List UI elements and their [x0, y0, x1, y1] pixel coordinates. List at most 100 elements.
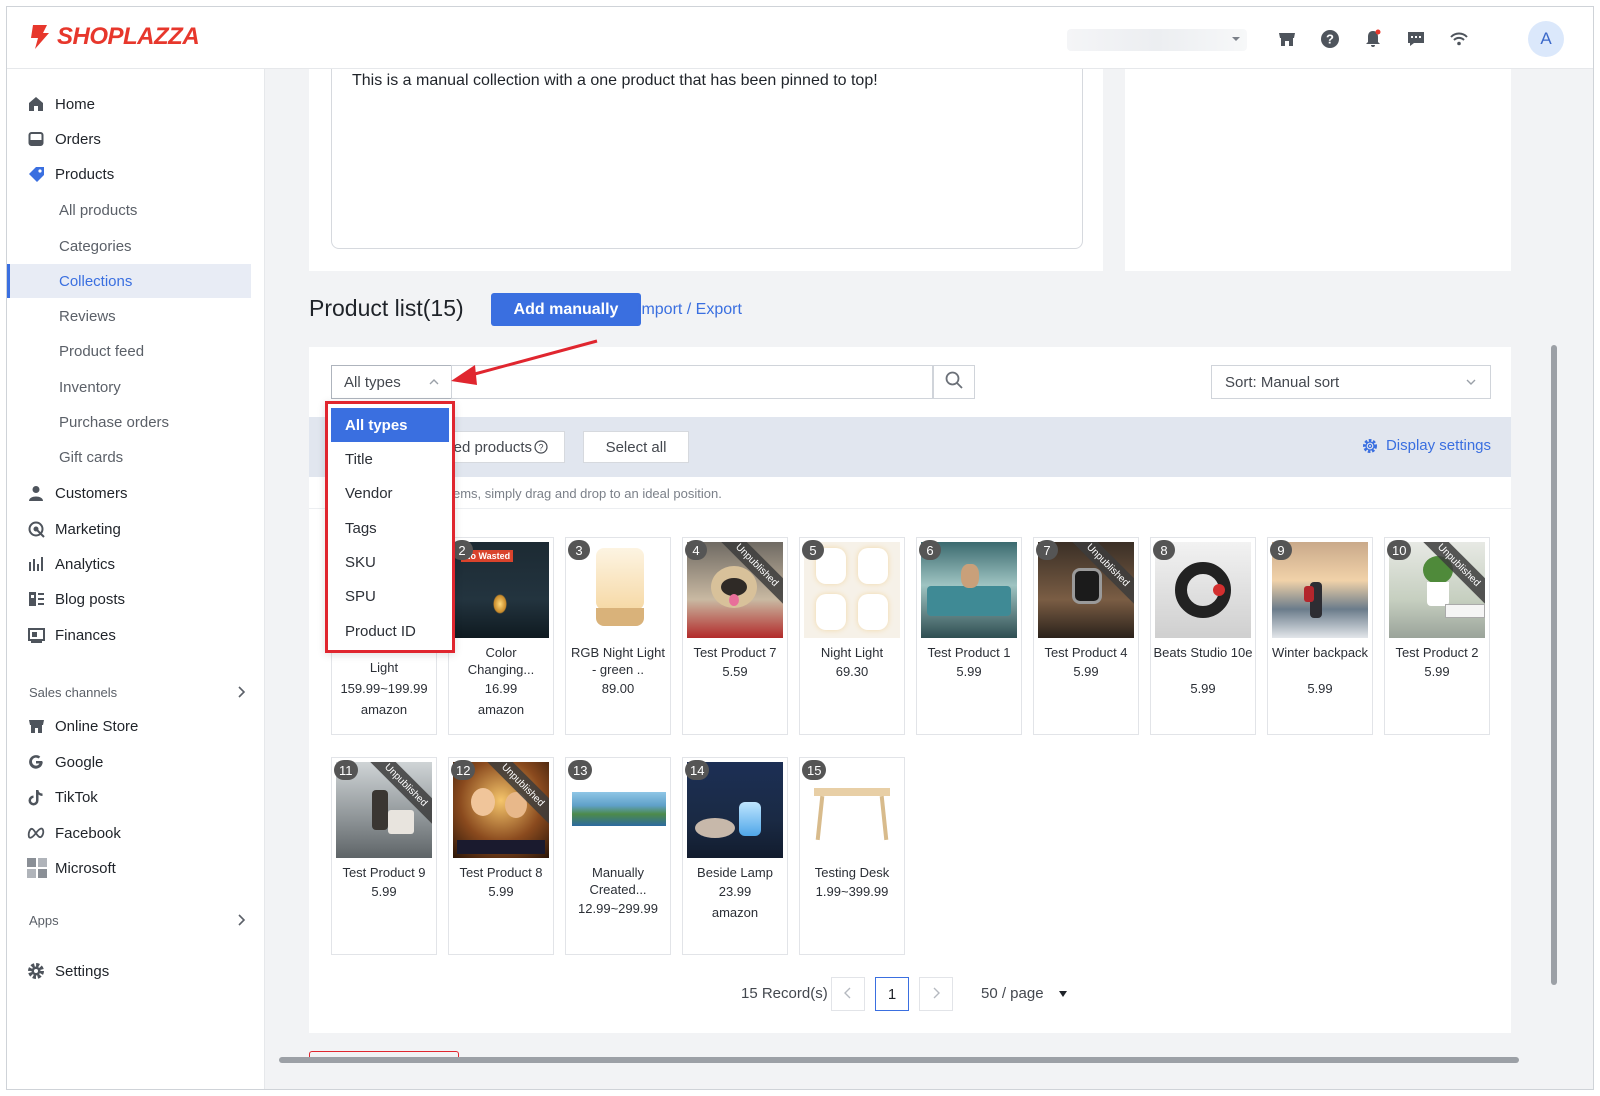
- dropdown-option-spu[interactable]: SPU: [331, 579, 449, 613]
- sidebar-subitem-product-feed[interactable]: Product feed: [7, 334, 265, 368]
- dropdown-option-sku[interactable]: SKU: [331, 545, 449, 579]
- dropdown-option-product-id[interactable]: Product ID: [331, 614, 449, 648]
- sidebar-item-customers[interactable]: Customers: [7, 476, 265, 510]
- sidebar-subitem-inventory[interactable]: Inventory: [7, 370, 265, 404]
- avatar[interactable]: A: [1528, 21, 1564, 57]
- sidebar-channel-facebook[interactable]: Facebook: [7, 816, 265, 850]
- sidebar-subitem-all-products[interactable]: All products: [7, 193, 265, 227]
- records-count: 15 Record(s): [741, 985, 828, 1002]
- sales-channels-header[interactable]: Sales channels: [29, 685, 247, 702]
- sidebar-item-finances[interactable]: Finances: [7, 618, 265, 652]
- sidebar-channel-microsoft[interactable]: Microsoft: [7, 851, 265, 885]
- product-price: 5.99: [488, 884, 514, 899]
- product-card[interactable]: 9 Winter backpack 5.99: [1267, 537, 1373, 735]
- product-card[interactable]: 5 Night Light 69.30: [799, 537, 905, 735]
- display-settings-link[interactable]: Display settings: [1362, 437, 1491, 454]
- product-title: Test Product 8: [459, 865, 543, 880]
- microsoft-icon: [27, 858, 47, 878]
- chevron-down-icon[interactable]: [1223, 26, 1249, 52]
- sidebar-subitem-reviews[interactable]: Reviews: [7, 299, 265, 333]
- sidebar-item-label: Microsoft: [55, 859, 116, 877]
- dropdown-option-vendor[interactable]: Vendor: [331, 476, 449, 510]
- type-filter-select[interactable]: All types: [331, 365, 451, 399]
- product-card[interactable]: Unpublished 4 Test Product 7 5.59: [682, 537, 788, 735]
- sidebar-item-home[interactable]: Home: [7, 87, 265, 121]
- sidebar-channel-online-store[interactable]: Online Store: [7, 709, 265, 743]
- product-list-card: All types Sort: Manual sort ed products …: [309, 347, 1511, 1033]
- product-number-badge: 7: [1036, 540, 1058, 560]
- product-number-badge: 5: [802, 540, 824, 560]
- sidebar-item-label: Orders: [55, 130, 101, 148]
- description-editor[interactable]: This is a manual collection with a one p…: [331, 69, 1083, 249]
- page-size-select[interactable]: 50 / page: [981, 985, 1068, 1002]
- product-card[interactable]: 13 Manually Created... 12.99~299.99: [565, 757, 671, 955]
- horizontal-scrollbar[interactable]: [265, 1053, 1547, 1067]
- product-card[interactable]: 6 Test Product 1 5.99: [916, 537, 1022, 735]
- product-card[interactable]: Unpublished 11 Test Product 9 5.99: [331, 757, 437, 955]
- product-number-badge: 3: [568, 540, 590, 560]
- search-button[interactable]: [933, 365, 975, 399]
- sidebar-item-settings[interactable]: Settings: [7, 954, 265, 988]
- sidebar: Home Orders Products All products Catego…: [7, 69, 265, 1089]
- next-page-button[interactable]: [919, 977, 953, 1011]
- sidebar-subitem-label: Product feed: [59, 342, 145, 360]
- sidebar-item-label: Settings: [55, 962, 110, 980]
- dropdown-option-tags[interactable]: Tags: [331, 511, 449, 545]
- product-price: 5.99: [371, 884, 397, 899]
- tag-icon: [27, 165, 45, 183]
- sidebar-subitem-categories[interactable]: Categories: [7, 229, 265, 263]
- product-price: 5.99: [1307, 681, 1333, 696]
- dropdown-option-title[interactable]: Title: [331, 442, 449, 476]
- bell-icon[interactable]: [1360, 26, 1386, 52]
- sidebar-subitem-gift-cards[interactable]: Gift cards: [7, 440, 265, 474]
- sidebar-item-label: TikTok: [55, 788, 98, 806]
- product-card[interactable]: Unpublished 10 Test Product 2 5.99: [1384, 537, 1490, 735]
- apps-header[interactable]: Apps: [29, 913, 247, 930]
- help-icon[interactable]: ?: [1317, 26, 1343, 52]
- store-name-blurred[interactable]: [1067, 29, 1247, 51]
- sidebar-subitem-purchase-orders[interactable]: Purchase orders: [7, 405, 265, 439]
- horizontal-scrollbar-thumb[interactable]: [279, 1057, 1519, 1063]
- sidebar-channel-google[interactable]: Google: [7, 745, 265, 779]
- sidebar-item-analytics[interactable]: Analytics: [7, 547, 265, 581]
- sidebar-item-label: Finances: [55, 626, 116, 644]
- meta-icon: [27, 824, 45, 842]
- sidebar-item-orders[interactable]: Orders: [7, 122, 265, 156]
- product-card[interactable]: 14 Beside Lamp 23.99 amazon: [682, 757, 788, 955]
- page-1-button[interactable]: 1: [875, 977, 909, 1011]
- select-all-button[interactable]: Select all: [583, 431, 689, 463]
- product-card[interactable]: 15 Testing Desk 1.99~399.99: [799, 757, 905, 955]
- vertical-scrollbar[interactable]: [1547, 69, 1561, 1069]
- product-vendor: amazon: [477, 702, 525, 717]
- brand-logo[interactable]: SHOPLAZZA: [29, 23, 200, 51]
- sales-channels-label: Sales channels: [29, 685, 118, 700]
- bulk-toolbar: ed products ? Select all Display setting…: [309, 417, 1511, 477]
- sidebar-item-marketing[interactable]: Marketing: [7, 512, 265, 546]
- product-price: 5.99: [1424, 664, 1450, 679]
- product-card[interactable]: 8 Beats Studio 10e 5.99: [1150, 537, 1256, 735]
- store-icon[interactable]: [1274, 26, 1300, 52]
- chevron-left-icon: [843, 986, 853, 1003]
- sidebar-channel-tiktok[interactable]: TikTok: [7, 780, 265, 814]
- product-card[interactable]: Unpublished 12 Test Product 8 5.99: [448, 757, 554, 955]
- prev-page-button[interactable]: [831, 977, 865, 1011]
- import-export-link[interactable]: Import / Export: [637, 301, 742, 319]
- sidebar-subitem-collections[interactable]: Collections: [7, 264, 251, 298]
- drag-hint: ems, simply drag and drop to an ideal po…: [309, 477, 1511, 509]
- blog-icon: [27, 590, 45, 608]
- sidebar-item-products[interactable]: Products: [7, 157, 265, 191]
- product-card[interactable]: 3 RGB Night Light - green .. 89.00: [565, 537, 671, 735]
- product-title: Test Product 2: [1395, 645, 1479, 660]
- dropdown-option-all-types[interactable]: All types: [331, 408, 449, 442]
- sidebar-item-blog-posts[interactable]: Blog posts: [7, 582, 265, 616]
- chat-icon[interactable]: [1403, 26, 1429, 52]
- bars-icon: [27, 555, 45, 573]
- annotation-arrow-icon: [451, 339, 598, 385]
- vertical-scrollbar-thumb[interactable]: [1551, 345, 1557, 985]
- product-card[interactable]: No Wasted 2 Color Changing... 16.99 amaz…: [448, 537, 554, 735]
- sort-select[interactable]: Sort: Manual sort: [1211, 365, 1491, 399]
- wifi-icon[interactable]: [1446, 26, 1472, 52]
- product-card[interactable]: Unpublished 7 Test Product 4 5.99: [1033, 537, 1139, 735]
- top-bar: SHOPLAZZA ? A: [7, 7, 1593, 69]
- add-manually-button[interactable]: Add manually: [491, 293, 641, 326]
